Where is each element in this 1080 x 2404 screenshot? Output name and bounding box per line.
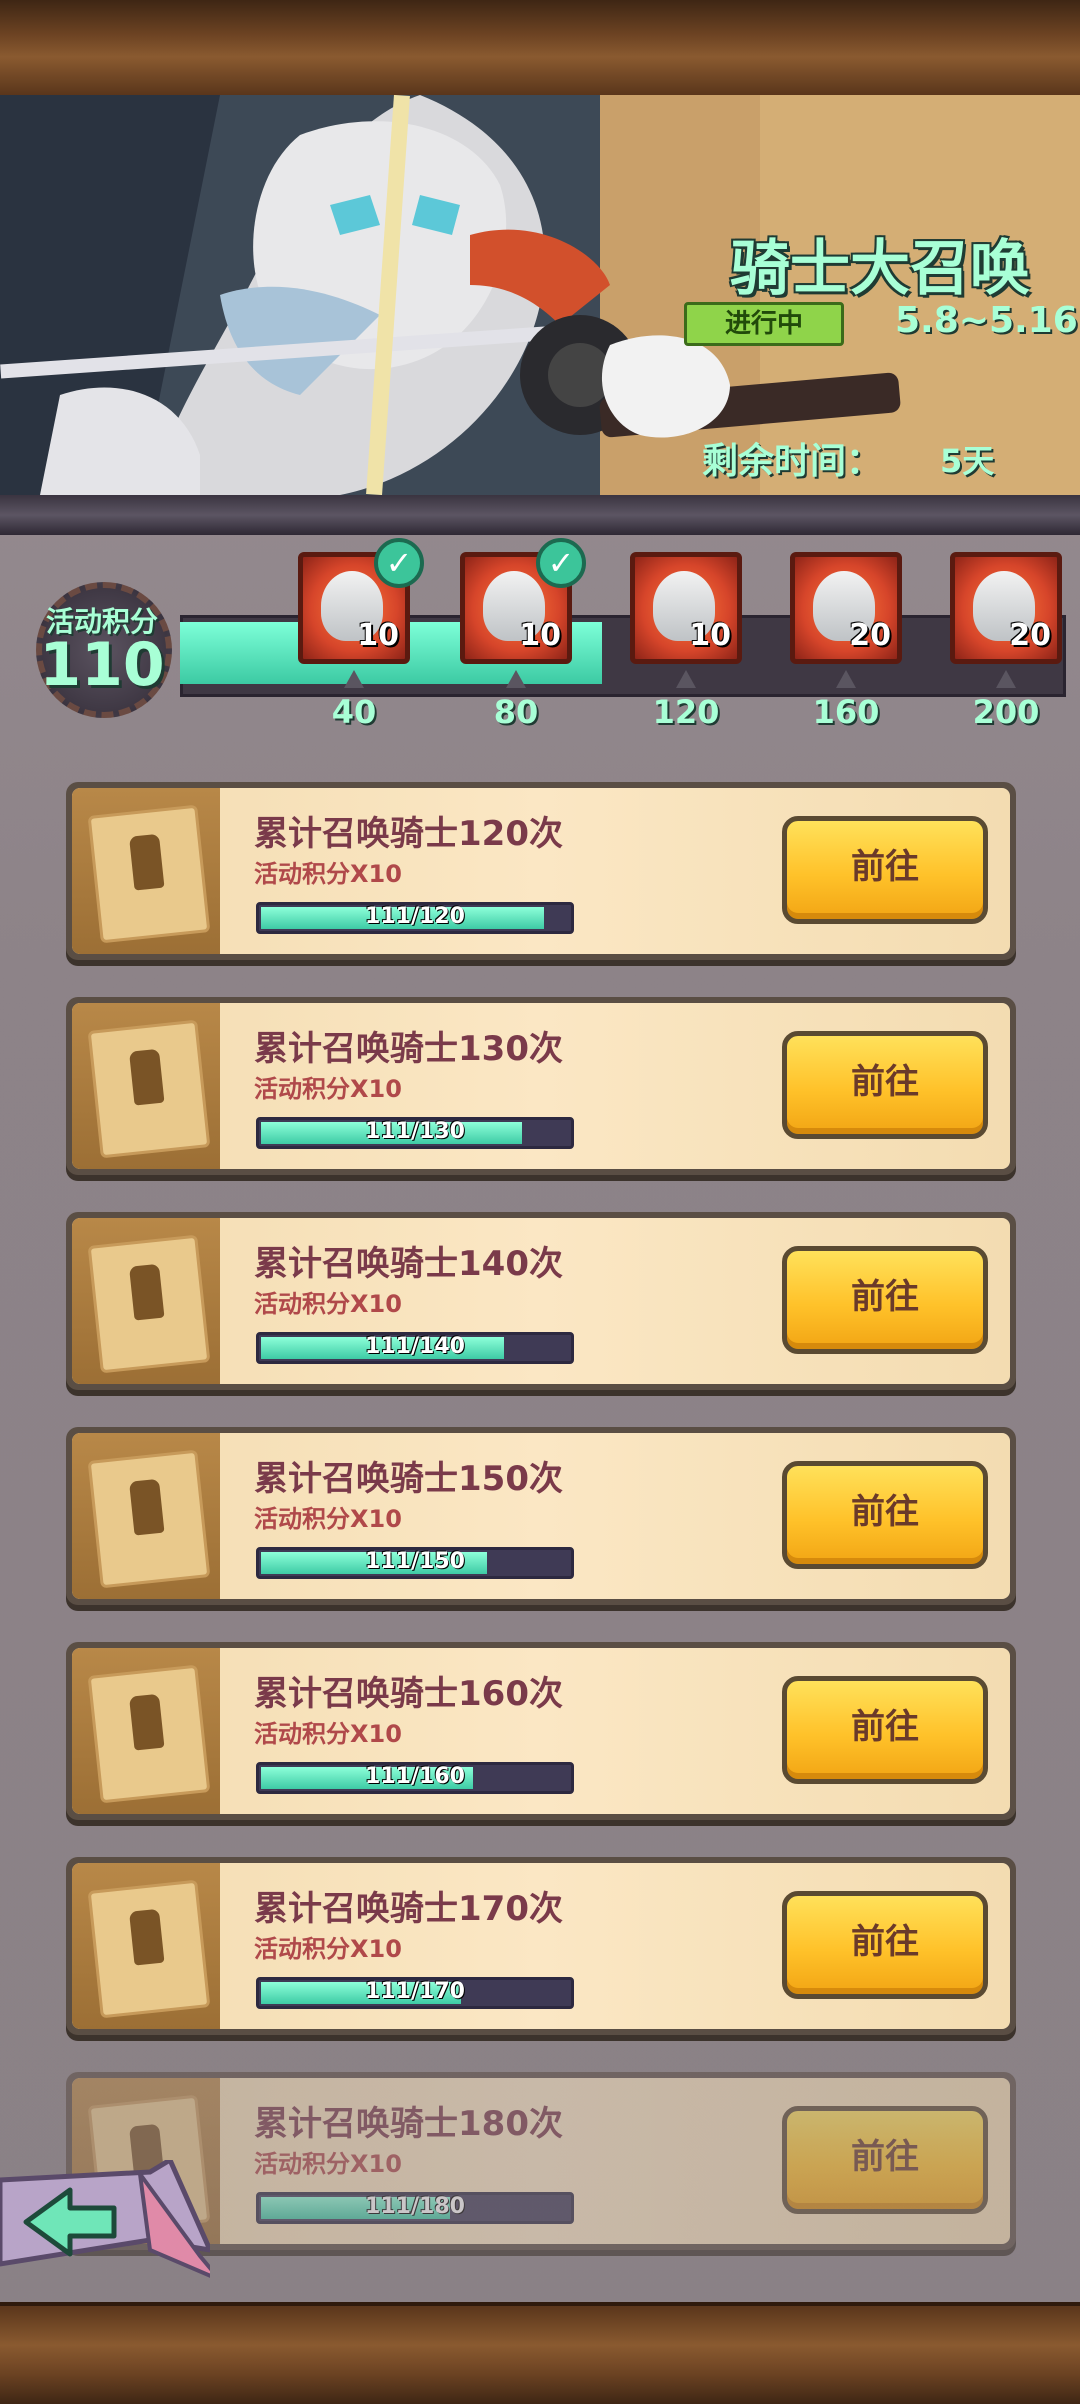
threshold-label: 160 bbox=[812, 693, 880, 731]
task-card: 累计召唤骑士170次活动积分X10 111/170 前往 bbox=[66, 1857, 1016, 2035]
threshold-marker bbox=[506, 670, 526, 688]
task-reward: 活动积分X10 bbox=[254, 2150, 402, 2178]
go-button[interactable]: 前往 bbox=[782, 1676, 988, 1784]
event-title: 骑士大召唤 bbox=[730, 234, 1030, 304]
points-value: 110 bbox=[39, 630, 165, 700]
task-progress-text: 111/180 bbox=[365, 2194, 465, 2219]
task-card-body: 累计召唤骑士140次活动积分X10 111/140 前往 bbox=[72, 1218, 1010, 1384]
bottom-wood-frame bbox=[0, 2302, 1080, 2404]
scroll-icon bbox=[87, 1449, 211, 1589]
task-reward: 活动积分X10 bbox=[254, 1935, 402, 1963]
task-icon-frame bbox=[72, 1863, 220, 2029]
task-title: 累计召唤骑士160次 bbox=[254, 1674, 563, 1714]
knight-silhouette bbox=[129, 1478, 165, 1536]
reward-item[interactable]: 10 bbox=[630, 552, 742, 664]
reward-count: 10 bbox=[689, 618, 731, 653]
task-reward: 活动积分X10 bbox=[254, 1075, 402, 1103]
go-button[interactable]: 前往 bbox=[782, 1461, 988, 1569]
back-button[interactable] bbox=[0, 2160, 210, 2280]
scroll-icon bbox=[87, 1664, 211, 1804]
check-icon: ✓ bbox=[536, 538, 586, 588]
event-banner: 骑士大召唤 bbox=[0, 95, 1080, 495]
threshold-marker bbox=[836, 670, 856, 688]
event-date-range: 5.8~5.16 bbox=[895, 300, 1078, 341]
go-button[interactable]: 前往 bbox=[782, 1246, 988, 1354]
task-progress-bar: 111/120 bbox=[256, 902, 574, 934]
banner-divider bbox=[0, 495, 1080, 535]
threshold-marker bbox=[344, 670, 364, 688]
remaining-time-value: 5天 bbox=[940, 442, 995, 480]
task-progress-bar: 111/150 bbox=[256, 1547, 574, 1579]
task-card: 累计召唤骑士140次活动积分X10 111/140 前往 bbox=[66, 1212, 1016, 1390]
threshold-marker bbox=[996, 670, 1016, 688]
task-progress-text: 111/140 bbox=[365, 1334, 465, 1359]
task-card-body: 累计召唤骑士150次活动积分X10 111/150 前往 bbox=[72, 1433, 1010, 1599]
scroll-icon bbox=[87, 1234, 211, 1374]
task-icon-frame bbox=[72, 788, 220, 954]
reward-count: 10 bbox=[357, 618, 399, 653]
threshold-marker bbox=[676, 670, 696, 688]
task-icon-frame bbox=[72, 1648, 220, 1814]
task-title: 累计召唤骑士140次 bbox=[254, 1244, 563, 1284]
task-progress-text: 111/160 bbox=[365, 1764, 465, 1789]
reward-item[interactable]: 20 bbox=[790, 552, 902, 664]
task-card: 累计召唤骑士160次活动积分X10 111/160 前往 bbox=[66, 1642, 1016, 1820]
task-title: 累计召唤骑士180次 bbox=[254, 2104, 563, 2144]
go-button[interactable]: 前往 bbox=[782, 1891, 988, 1999]
task-reward: 活动积分X10 bbox=[254, 1505, 402, 1533]
task-title: 累计召唤骑士170次 bbox=[254, 1889, 563, 1929]
task-card-body: 累计召唤骑士180次活动积分X10 111/180 前往 bbox=[72, 2078, 1010, 2244]
task-card-body: 累计召唤骑士120次活动积分X10 111/120 前往 bbox=[72, 788, 1010, 954]
task-icon-frame bbox=[72, 1218, 220, 1384]
reward-count: 20 bbox=[849, 618, 891, 653]
threshold-label: 80 bbox=[493, 693, 539, 731]
go-button[interactable]: 前往 bbox=[782, 1031, 988, 1139]
task-progress-text: 111/120 bbox=[365, 904, 465, 929]
knight-silhouette bbox=[129, 1908, 165, 1966]
scroll-icon bbox=[87, 804, 211, 944]
task-progress-bar: 111/180 bbox=[256, 2192, 574, 2224]
task-progress-bar: 111/160 bbox=[256, 1762, 574, 1794]
task-reward: 活动积分X10 bbox=[254, 860, 402, 888]
go-button[interactable]: 前往 bbox=[782, 816, 988, 924]
task-progress-bar: 111/170 bbox=[256, 1977, 574, 2009]
task-card-body: 累计召唤骑士170次活动积分X10 111/170 前往 bbox=[72, 1863, 1010, 2029]
task-reward: 活动积分X10 bbox=[254, 1290, 402, 1318]
task-title: 累计召唤骑士130次 bbox=[254, 1029, 563, 1069]
task-icon-frame bbox=[72, 1433, 220, 1599]
task-card: 累计召唤骑士150次活动积分X10 111/150 前往 bbox=[66, 1427, 1016, 1605]
task-icon-frame bbox=[72, 1003, 220, 1169]
task-progress-bar: 111/130 bbox=[256, 1117, 574, 1149]
task-progress-bar: 111/140 bbox=[256, 1332, 574, 1364]
threshold-label: 200 bbox=[972, 693, 1040, 731]
knight-silhouette bbox=[129, 1263, 165, 1321]
check-icon: ✓ bbox=[374, 538, 424, 588]
status-badge: 进行中 bbox=[684, 302, 844, 346]
go-button[interactable]: 前往 bbox=[782, 2106, 988, 2214]
threshold-label: 120 bbox=[652, 693, 720, 731]
threshold-label: 40 bbox=[331, 693, 377, 731]
reward-item[interactable]: 20 bbox=[950, 552, 1062, 664]
task-title: 累计召唤骑士150次 bbox=[254, 1459, 563, 1499]
task-card: 累计召唤骑士130次活动积分X10 111/130 前往 bbox=[66, 997, 1016, 1175]
reward-count: 10 bbox=[519, 618, 561, 653]
task-reward: 活动积分X10 bbox=[254, 1720, 402, 1748]
task-progress-text: 111/130 bbox=[365, 1119, 465, 1144]
knight-silhouette bbox=[129, 1048, 165, 1106]
task-card-body: 累计召唤骑士160次活动积分X10 111/160 前往 bbox=[72, 1648, 1010, 1814]
task-progress-text: 111/170 bbox=[365, 1979, 465, 2004]
task-card-body: 累计召唤骑士130次活动积分X10 111/130 前往 bbox=[72, 1003, 1010, 1169]
knight-silhouette bbox=[129, 833, 165, 891]
scroll-icon bbox=[87, 1019, 211, 1159]
top-wood-frame bbox=[0, 0, 1080, 99]
reward-count: 20 bbox=[1009, 618, 1051, 653]
scroll-icon bbox=[87, 1879, 211, 2019]
remaining-time-label: 剩余时间： bbox=[702, 441, 883, 482]
task-progress-text: 111/150 bbox=[365, 1549, 465, 1574]
knight-silhouette bbox=[129, 1693, 165, 1751]
task-title: 累计召唤骑士120次 bbox=[254, 814, 563, 854]
task-card: 累计召唤骑士120次活动积分X10 111/120 前往 bbox=[66, 782, 1016, 960]
